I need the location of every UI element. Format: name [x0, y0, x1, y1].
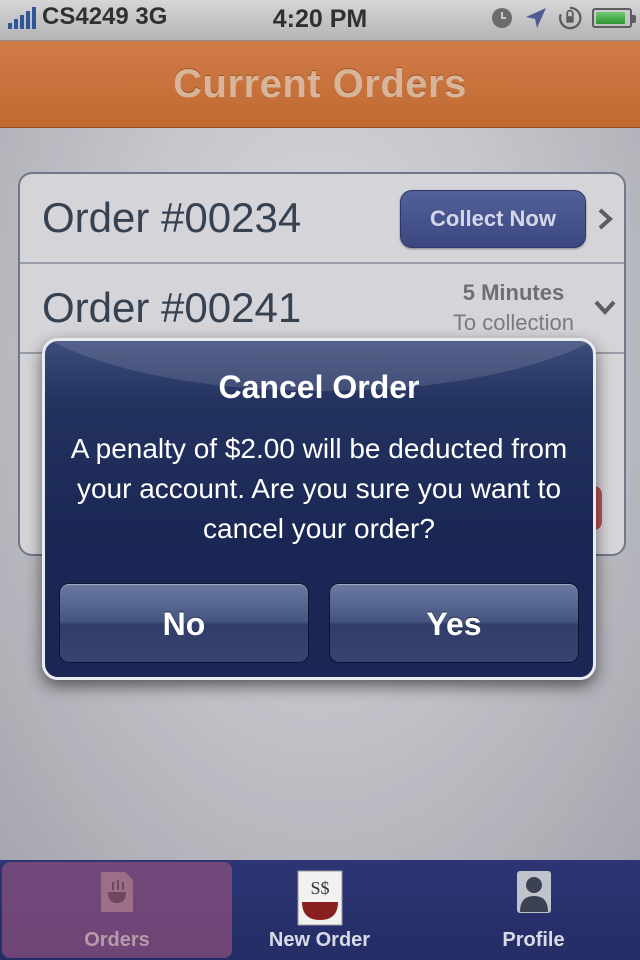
menu-card-icon: S$: [297, 870, 342, 926]
tab-profile[interactable]: Profile: [427, 862, 640, 958]
food-bowl-icon: [101, 872, 133, 912]
tab-label: Orders: [84, 929, 150, 951]
alert-message: A penalty of $2.00 will be deducted from…: [70, 433, 568, 544]
tab-label: Profile: [502, 929, 565, 951]
tab-new-order[interactable]: S$ New Order: [213, 862, 426, 958]
alert-title: Cancel Order: [218, 369, 420, 405]
svg-text:S$: S$: [310, 878, 329, 898]
no-button[interactable]: No: [59, 583, 309, 663]
person-icon: [516, 871, 551, 913]
tab-orders[interactable]: Orders: [2, 862, 232, 958]
cancel-order-alert: Cancel Order A penalty of $2.00 will be …: [42, 338, 596, 680]
tab-label: New Order: [268, 929, 371, 951]
yes-button[interactable]: Yes: [329, 583, 579, 663]
tab-bar: Orders S$ New Order Profile: [0, 860, 640, 960]
